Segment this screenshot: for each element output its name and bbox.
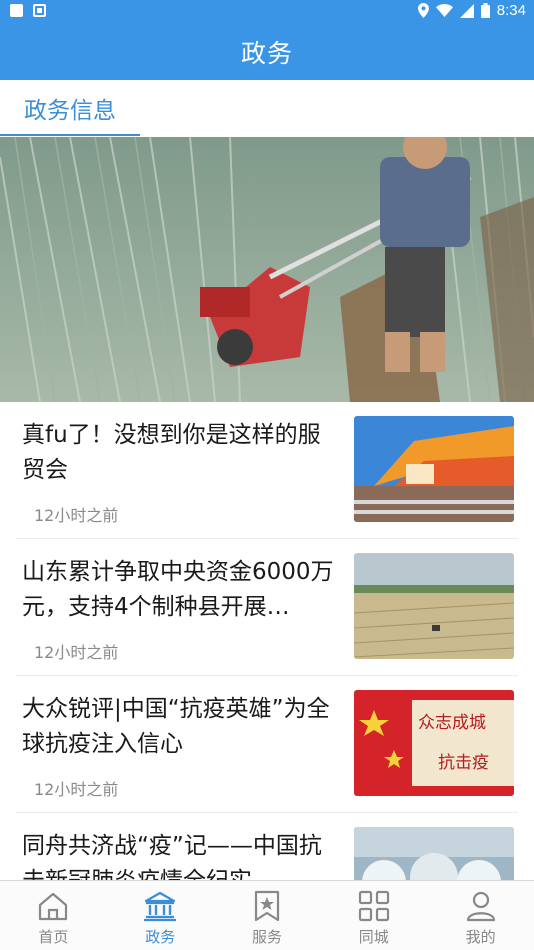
news-title: 大众锐评|中国“抗疫英雄”为全球抗疫注入信心 [22, 696, 330, 757]
status-bar: 8:34 [0, 0, 534, 24]
bottom-navigation: 首页 政务 服务 同城 我的 [0, 880, 534, 950]
banner-text-line2: 抗击疫 [438, 753, 489, 773]
home-icon [39, 892, 68, 921]
news-title: 山东累计争取中央资金6000万元，支持4个制种县开展… [22, 559, 334, 620]
user-icon [466, 891, 495, 922]
battery-icon [480, 3, 490, 18]
news-thumbnail: 众志成城 抗击疫 [354, 690, 514, 796]
nav-mine[interactable]: 我的 [427, 881, 534, 950]
status-time: 8:34 [496, 2, 526, 19]
tab-label: 政务信息 [24, 98, 116, 124]
image-notification-icon [33, 4, 46, 17]
news-list: 真fu了！没想到你是这样的服贸会 12小时之前 山东累计争取中央资金6000万元… [0, 402, 534, 950]
section-tab-bar: 政务信息 [0, 80, 534, 136]
grid-icon [358, 890, 389, 922]
location-icon [417, 3, 429, 18]
hero-banner-image[interactable] [0, 137, 534, 402]
news-thumbnail [354, 416, 514, 522]
news-item[interactable]: 真fu了！没想到你是这样的服贸会 12小时之前 [16, 402, 518, 539]
nav-label: 同城 [358, 928, 389, 946]
news-time: 12小时之前 [34, 780, 119, 799]
news-thumbnail [354, 553, 514, 659]
wifi-icon [435, 4, 453, 17]
news-title: 真fu了！没想到你是这样的服贸会 [22, 422, 321, 483]
page-title: 政务 [240, 39, 293, 68]
nav-label: 我的 [465, 928, 496, 946]
nav-label: 首页 [38, 928, 69, 946]
nav-label: 服务 [251, 928, 282, 946]
nav-home[interactable]: 首页 [0, 881, 107, 950]
nav-service[interactable]: 服务 [214, 881, 321, 950]
tab-government-info[interactable]: 政务信息 [0, 80, 140, 136]
news-time: 12小时之前 [34, 643, 119, 662]
bookmark-star-icon [254, 890, 280, 922]
app-header: 政务 [0, 24, 534, 80]
banner-text-line1: 众志成城 [418, 713, 486, 733]
news-item[interactable]: 大众锐评|中国“抗疫英雄”为全球抗疫注入信心 12小时之前 众志成城 抗击疫 [16, 676, 518, 813]
news-item[interactable]: 山东累计争取中央资金6000万元，支持4个制种县开展… 12小时之前 [16, 539, 518, 676]
government-building-icon [144, 891, 177, 922]
notification-icon [10, 4, 23, 17]
nav-label: 政务 [145, 928, 176, 946]
news-time: 12小时之前 [34, 506, 119, 525]
signal-icon [459, 3, 474, 18]
nav-government[interactable]: 政务 [107, 881, 214, 950]
nav-local[interactable]: 同城 [320, 881, 427, 950]
